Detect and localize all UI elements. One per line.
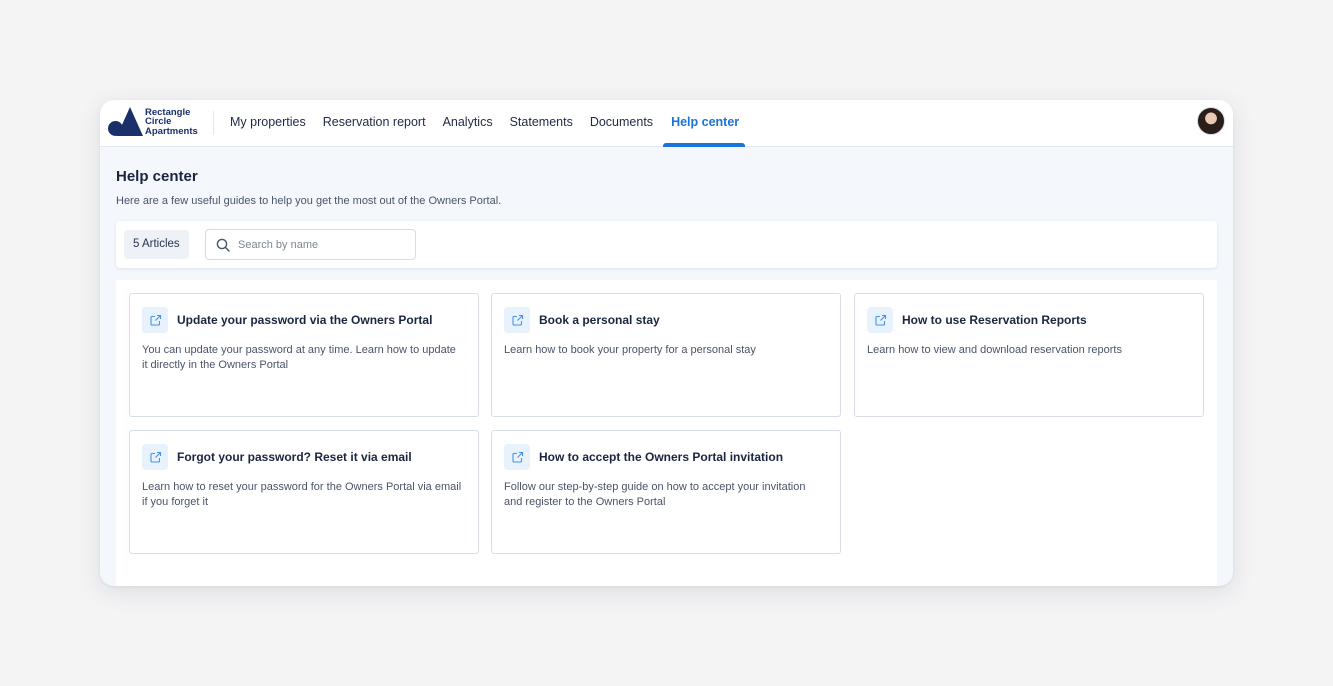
article-title[interactable]: Forgot your password? Reset it via email <box>177 450 412 464</box>
external-link-icon <box>504 444 530 470</box>
search-box[interactable] <box>205 229 416 260</box>
article-card[interactable]: How to accept the Owners Portal invitati… <box>491 430 841 554</box>
article-card[interactable]: Book a personal stay Learn how to book y… <box>491 293 841 417</box>
articles-count-badge: 5 Articles <box>124 230 189 259</box>
logo-divider <box>213 111 214 135</box>
logo-mark-icon <box>108 107 144 137</box>
external-link-icon <box>867 307 893 333</box>
article-card[interactable]: How to use Reservation Reports Learn how… <box>854 293 1204 417</box>
page-title: Help center <box>116 168 198 185</box>
article-description: Learn how to reset your password for the… <box>142 481 462 508</box>
search-input[interactable] <box>238 230 408 259</box>
logo-wordmark: Rectangle Circle Apartments <box>145 106 198 137</box>
external-link-icon <box>142 307 168 333</box>
article-title[interactable]: Book a personal stay <box>539 313 660 327</box>
nav-item-my-properties[interactable]: My properties <box>230 100 306 147</box>
nav-item-statements[interactable]: Statements <box>510 100 573 147</box>
main-nav: My properties Reservation report Analyti… <box>230 100 756 147</box>
article-title[interactable]: Update your password via the Owners Port… <box>177 313 432 327</box>
search-icon <box>216 238 230 252</box>
external-link-icon <box>142 444 168 470</box>
article-description: You can update your password at any time… <box>142 344 456 371</box>
article-card[interactable]: Update your password via the Owners Port… <box>129 293 479 417</box>
top-navigation-bar: Rectangle Circle Apartments My propertie… <box>100 100 1233 147</box>
brand-logo[interactable]: Rectangle Circle Apartments <box>108 107 202 137</box>
article-description: Learn how to book your property for a pe… <box>504 344 756 356</box>
nav-item-analytics[interactable]: Analytics <box>443 100 493 147</box>
articles-grid: Update your password via the Owners Port… <box>116 280 1217 586</box>
article-title[interactable]: How to use Reservation Reports <box>902 313 1087 327</box>
user-avatar[interactable] <box>1197 107 1225 135</box>
nav-item-documents[interactable]: Documents <box>590 100 653 147</box>
article-title[interactable]: How to accept the Owners Portal invitati… <box>539 450 783 464</box>
page-subtitle: Here are a few useful guides to help you… <box>116 195 502 207</box>
external-link-icon <box>504 307 530 333</box>
nav-item-reservation-report[interactable]: Reservation report <box>323 100 426 147</box>
article-description: Learn how to view and download reservati… <box>867 344 1122 356</box>
article-card[interactable]: Forgot your password? Reset it via email… <box>129 430 479 554</box>
nav-item-help-center[interactable]: Help center <box>663 100 746 147</box>
article-description: Follow our step-by-step guide on how to … <box>504 481 806 508</box>
articles-toolbar: 5 Articles <box>116 221 1217 268</box>
app-window: Rectangle Circle Apartments My propertie… <box>100 100 1233 586</box>
